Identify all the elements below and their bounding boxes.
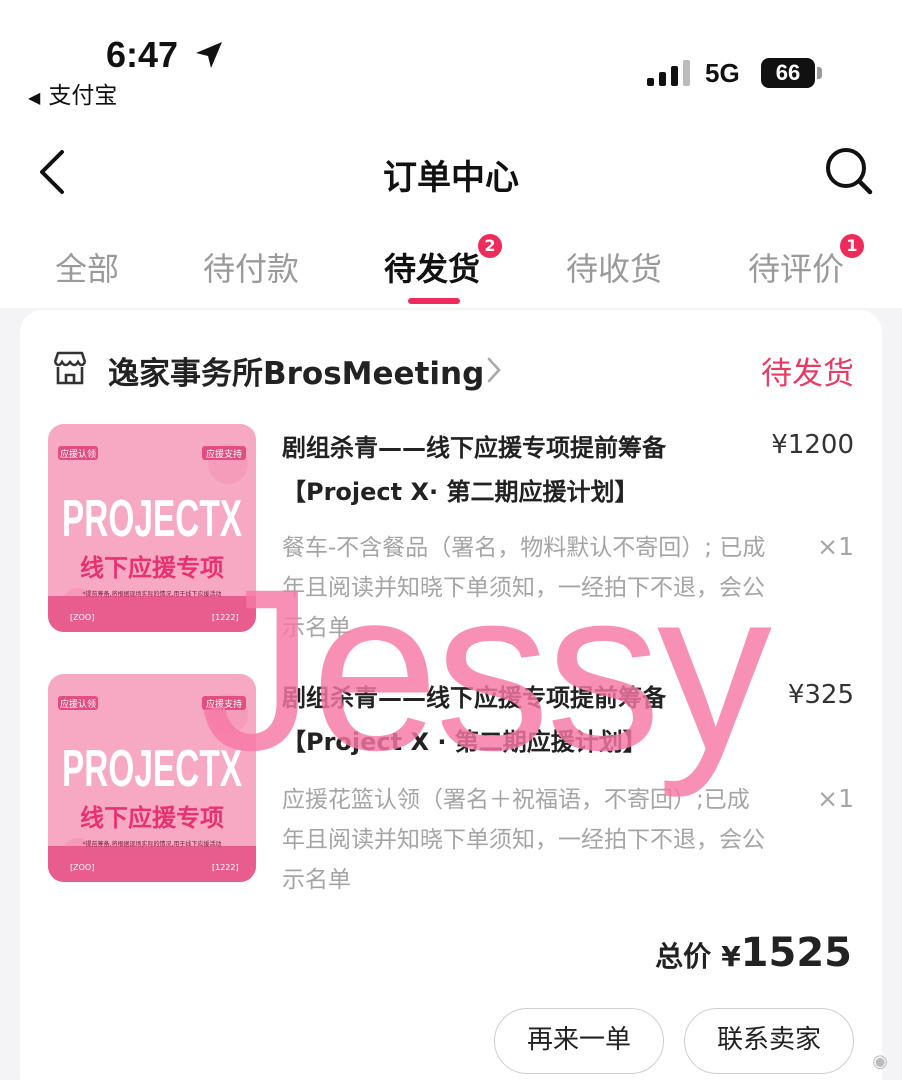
tab-badge: 1 bbox=[840, 234, 864, 258]
product-poster-image: 应援认领 应援支持 PROJECTX 线下应援专项 *提前筹备,将根据现场实际的… bbox=[48, 674, 256, 882]
order-tabs: 全部 待付款 待发货 2 待收货 待评价 1 bbox=[0, 220, 902, 308]
item-title[interactable]: 剧组杀青——线下应援专项提前筹备【Project X· 第二期应援计划】 bbox=[282, 426, 722, 514]
poster-tag-left: 应援认领 bbox=[60, 698, 96, 710]
poster-headline: PROJECTX bbox=[62, 490, 242, 548]
poster-footer-left: [ZOO] bbox=[70, 863, 94, 872]
product-thumbnail[interactable]: 应援认领 应援支持 PROJECTX 线下应援专项 *提前筹备,将根据现场实际的… bbox=[48, 424, 256, 632]
tab-badge: 2 bbox=[478, 234, 502, 258]
store-icon bbox=[53, 351, 87, 385]
poster-footer-right: [1222] bbox=[212, 613, 239, 622]
status-time: 6:47 bbox=[106, 34, 179, 75]
page-title: 订单中心 bbox=[383, 158, 519, 198]
shop-name-link[interactable]: 逸家事务所BrosMeeting bbox=[108, 348, 484, 393]
item-spec: 应援花篮认领（署名＋祝福语，不寄回）;已成年且阅读并知晓下单须知，一经拍下不退，… bbox=[282, 787, 765, 893]
back-app-label: 支付宝 bbox=[48, 83, 118, 109]
poster-tag-right: 应援支持 bbox=[206, 698, 242, 710]
back-triangle-icon: ◀ bbox=[28, 88, 41, 107]
poster-footer-left: [ZOO] bbox=[70, 613, 94, 622]
poster-fine-print: *提前筹备,将根据现场实际的情况,用于线下应援活动 bbox=[83, 590, 222, 598]
tab-pending-review[interactable]: 待评价 bbox=[748, 244, 844, 290]
search-icon[interactable] bbox=[824, 146, 874, 196]
chevron-right-icon bbox=[487, 357, 501, 383]
tab-all[interactable]: 全部 bbox=[55, 244, 119, 290]
poster-fine-print: *提前筹备,将根据现场实际的情况,用于线下应援活动 bbox=[83, 840, 222, 848]
platform-watermark-icon: ◉ bbox=[872, 1051, 888, 1072]
tab-pending-receipt[interactable]: 待收货 bbox=[566, 244, 662, 290]
battery-indicator: 66 bbox=[761, 58, 815, 88]
poster-tag-left: 应援认领 bbox=[60, 448, 96, 460]
reorder-button[interactable]: 再来一单 bbox=[494, 1008, 664, 1074]
order-status-label: 待发货 bbox=[761, 356, 854, 392]
order-card[interactable]: 逸家事务所BrosMeeting 待发货 应援认领 应援支持 PROJECTX … bbox=[20, 310, 882, 1080]
signal-strength-icon bbox=[647, 60, 690, 86]
item-price: ¥1200 bbox=[771, 430, 854, 460]
total-amount: 1525 bbox=[740, 930, 852, 976]
status-bar: 6:47 ◀ 支付宝 5G 66 bbox=[0, 0, 902, 120]
item-spec: 餐车-不含餐品（署名，物料默认不寄回）; 已成年且阅读并知晓下单须知，一经拍下不… bbox=[282, 535, 766, 641]
battery-cap bbox=[817, 67, 822, 79]
poster-footer-right: [1222] bbox=[212, 863, 239, 872]
product-thumbnail[interactable]: 应援认领 应援支持 PROJECTX 线下应援专项 *提前筹备,将根据现场实际的… bbox=[48, 674, 256, 882]
nav-bar: 订单中心 bbox=[0, 120, 902, 220]
order-total: 总价 ¥1525 bbox=[655, 930, 852, 976]
active-tab-indicator bbox=[408, 298, 460, 304]
total-currency: ¥ bbox=[721, 940, 741, 973]
product-poster-image: 应援认领 应援支持 PROJECTX 线下应援专项 *提前筹备,将根据现场实际的… bbox=[48, 424, 256, 632]
poster-headline: PROJECTX bbox=[62, 740, 242, 798]
total-label: 总价 bbox=[655, 940, 712, 973]
item-title[interactable]: 剧组杀青——线下应援专项提前筹备【Project X · 第二期应援计划】 bbox=[282, 676, 722, 764]
poster-subtitle: 线下应援专项 bbox=[80, 804, 224, 832]
contact-seller-button[interactable]: 联系卖家 bbox=[684, 1008, 854, 1074]
tab-pending-shipment[interactable]: 待发货 bbox=[384, 244, 480, 290]
item-quantity: ×1 bbox=[817, 784, 854, 813]
tab-pending-payment[interactable]: 待付款 bbox=[203, 244, 299, 290]
back-to-app-link[interactable]: ◀ 支付宝 bbox=[28, 76, 117, 110]
location-arrow-icon bbox=[196, 42, 222, 68]
item-price: ¥325 bbox=[787, 680, 854, 710]
poster-subtitle: 线下应援专项 bbox=[80, 554, 224, 582]
poster-tag-right: 应援支持 bbox=[206, 448, 242, 460]
item-quantity: ×1 bbox=[817, 532, 854, 561]
network-type: 5G bbox=[705, 58, 740, 88]
